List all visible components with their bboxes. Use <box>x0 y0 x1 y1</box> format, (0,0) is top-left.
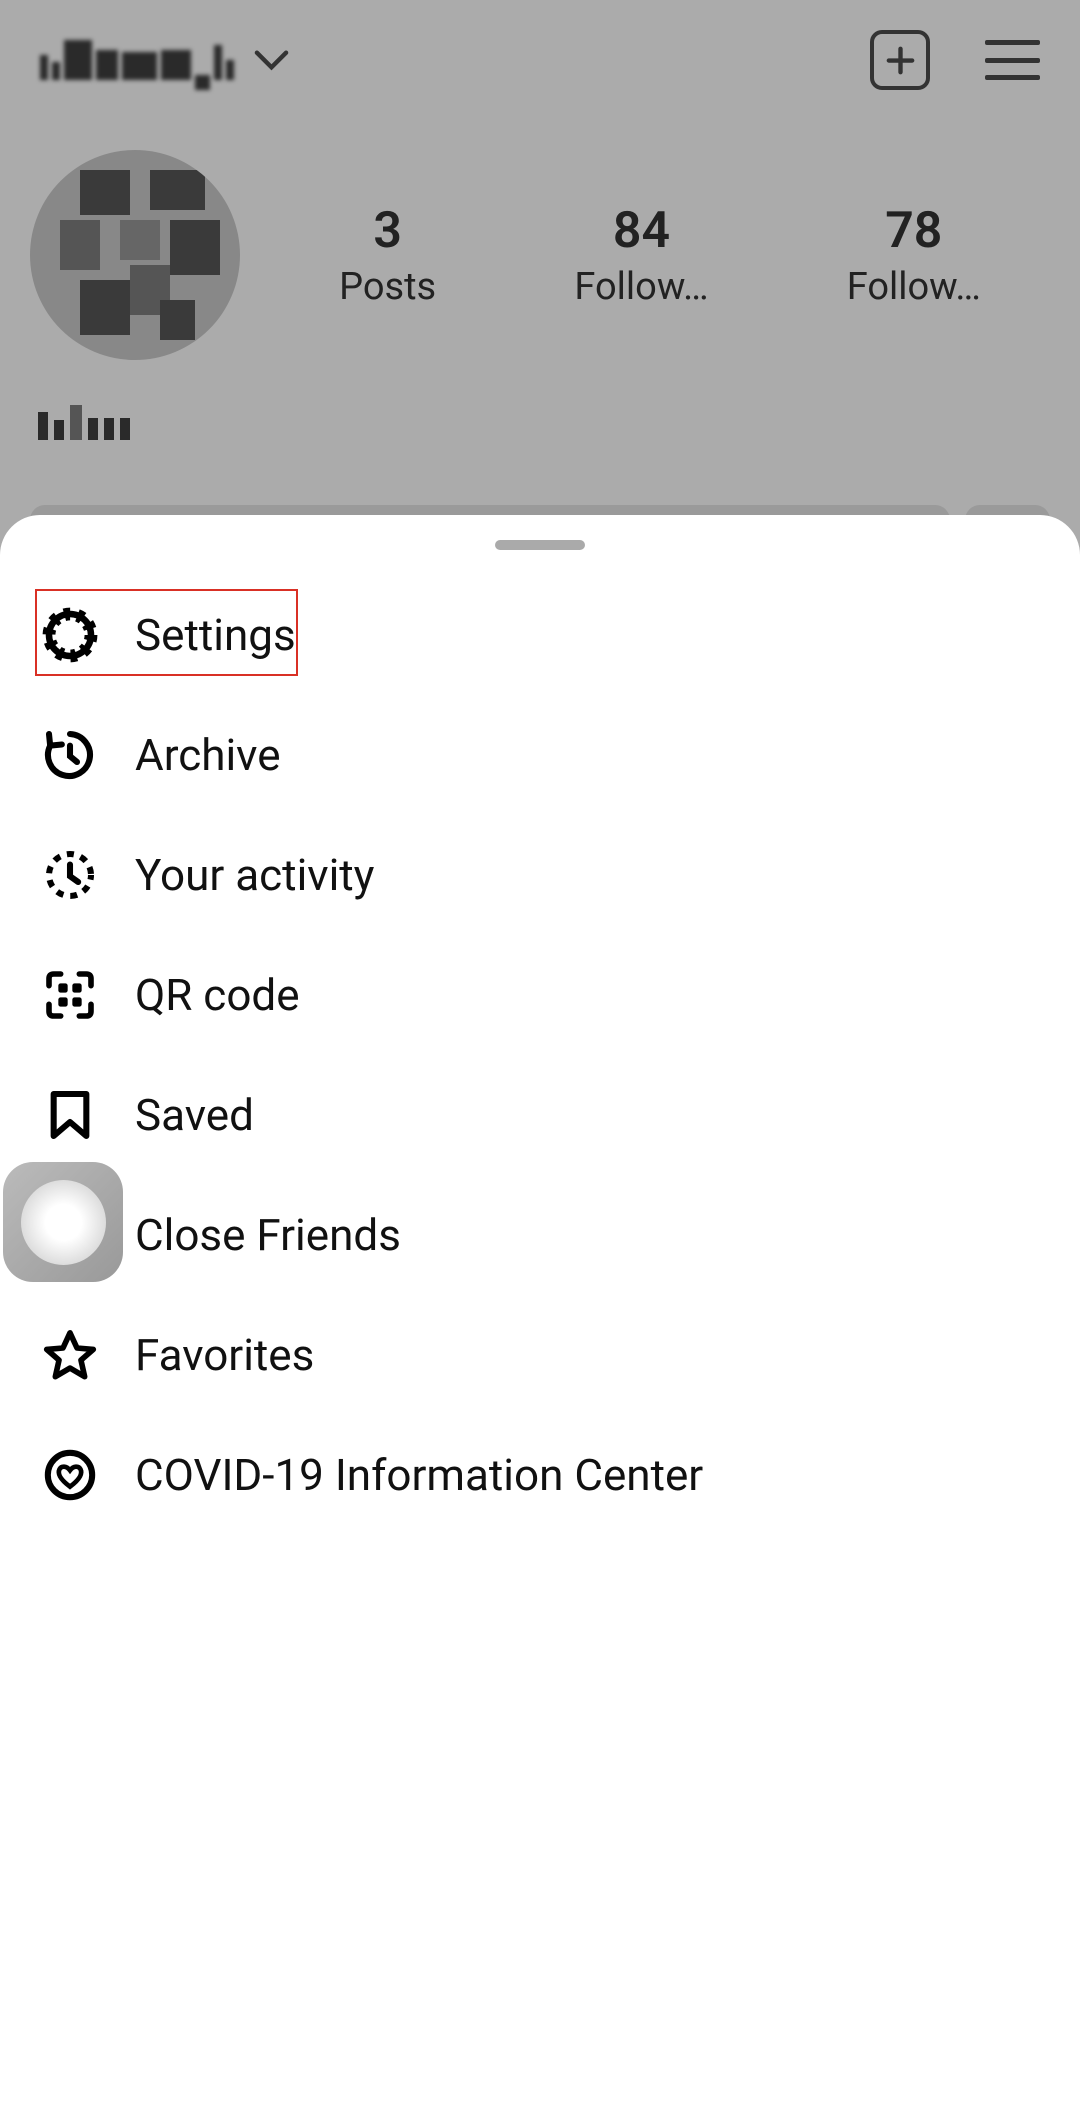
menu-item-close-friends[interactable]: Close Friends <box>0 1175 1080 1295</box>
star-icon <box>40 1325 100 1385</box>
menu-label: QR code <box>135 969 300 1021</box>
menu-label: Close Friends <box>135 1209 401 1261</box>
stat-count: 84 <box>574 202 708 260</box>
create-button[interactable] <box>870 30 930 90</box>
qr-code-icon <box>40 965 100 1025</box>
stat-count: 78 <box>847 202 981 260</box>
menu-item-your-activity[interactable]: Your activity <box>0 815 1080 935</box>
archive-icon <box>40 725 100 785</box>
menu-label: Favorites <box>135 1329 314 1381</box>
menu-label: Saved <box>135 1089 254 1141</box>
profile-stats: 3 Posts 84 Follow… 78 Follow… <box>270 202 1050 309</box>
gear-icon <box>40 605 100 665</box>
bio-text <box>0 380 1080 465</box>
menu-label: COVID-19 Information Center <box>135 1449 703 1501</box>
menu-item-favorites[interactable]: Favorites <box>0 1295 1080 1415</box>
menu-item-archive[interactable]: Archive <box>0 695 1080 815</box>
floating-widget[interactable] <box>3 1162 123 1282</box>
menu-item-settings[interactable]: Settings <box>0 575 1080 695</box>
hamburger-menu-icon[interactable] <box>985 40 1040 80</box>
profile-header <box>0 0 1080 120</box>
stat-label: Follow… <box>574 265 708 309</box>
profile-info-row: 3 Posts 84 Follow… 78 Follow… <box>0 120 1080 380</box>
stat-count: 3 <box>339 202 436 260</box>
bookmark-icon <box>40 1085 100 1145</box>
stat-followers[interactable]: 84 Follow… <box>574 202 708 309</box>
sheet-grabber[interactable] <box>495 540 585 550</box>
floating-widget-inner <box>21 1180 106 1265</box>
menu-item-covid[interactable]: COVID-19 Information Center <box>0 1415 1080 1535</box>
menu-label: Your activity <box>135 849 375 901</box>
chevron-down-icon[interactable] <box>254 49 289 71</box>
stat-label: Follow… <box>847 265 981 309</box>
activity-icon <box>40 845 100 905</box>
menu-label: Settings <box>135 609 296 661</box>
avatar[interactable] <box>30 150 240 360</box>
stat-label: Posts <box>339 265 436 309</box>
menu-item-saved[interactable]: Saved <box>0 1055 1080 1175</box>
bottom-sheet-menu: Settings Archive Your activity QR code <box>0 515 1080 2114</box>
username-switcher[interactable] <box>40 40 234 80</box>
menu-label: Archive <box>135 729 281 781</box>
heart-circle-icon <box>40 1445 100 1505</box>
menu-item-qr-code[interactable]: QR code <box>0 935 1080 1055</box>
stat-following[interactable]: 78 Follow… <box>847 202 981 309</box>
stat-posts[interactable]: 3 Posts <box>339 202 436 309</box>
